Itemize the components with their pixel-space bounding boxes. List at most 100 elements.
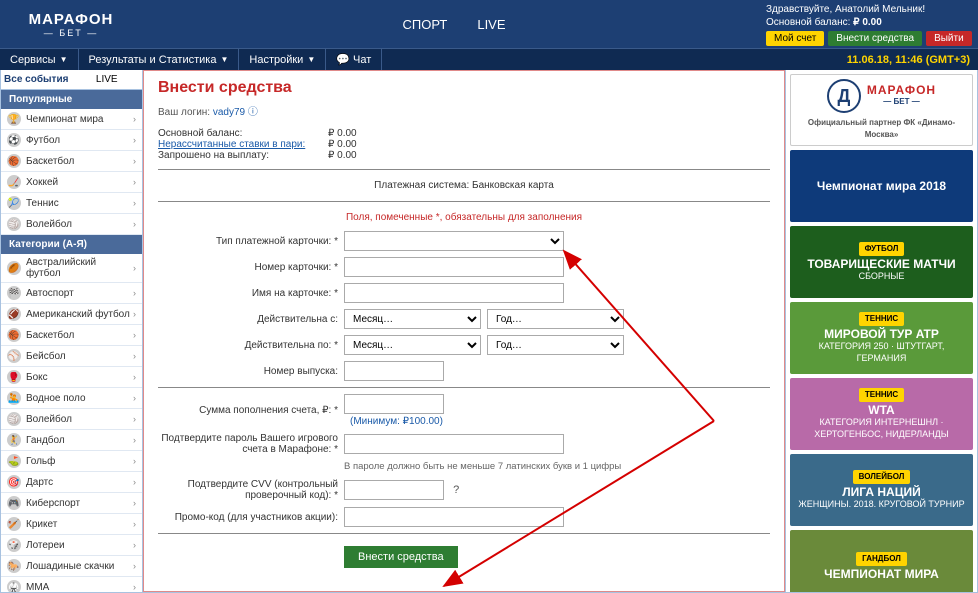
balance-row-label[interactable]: Нерассчитанные ставки в пари: bbox=[158, 139, 328, 150]
submenu-item-3[interactable]: 💬 Чат bbox=[326, 49, 382, 70]
submenu-item-2[interactable]: Настройки▼ bbox=[239, 49, 326, 70]
sport-row[interactable]: 🏏Крикет› bbox=[1, 514, 142, 535]
sport-icon: 🏆 bbox=[7, 112, 21, 126]
logo[interactable]: МАРАФОН — БЕТ — bbox=[0, 0, 142, 48]
chevron-right-icon: › bbox=[133, 519, 136, 529]
sport-row[interactable]: 🤾Гандбол› bbox=[1, 430, 142, 451]
tab-live[interactable]: LIVE bbox=[72, 70, 143, 90]
sport-icon: 🏏 bbox=[7, 517, 21, 531]
sport-row[interactable]: 🏁 Автоспорт › bbox=[1, 283, 142, 304]
chevron-right-icon: › bbox=[133, 498, 136, 508]
chevron-right-icon: › bbox=[133, 393, 136, 403]
promo-banner-6[interactable]: ГАНДБОЛЧЕМПИОНАТ МИРА bbox=[790, 530, 973, 592]
sport-row[interactable]: 🎯Дартс› bbox=[1, 472, 142, 493]
sport-icon: 🏐 bbox=[7, 412, 21, 426]
label-amount: Сумма пополнения счета, ₽: * bbox=[158, 405, 338, 416]
sport-icon: 🏁 bbox=[7, 286, 21, 300]
sport-row[interactable]: 🏐Волейбол› bbox=[1, 214, 142, 235]
info-icon[interactable]: ⓘ bbox=[248, 107, 258, 118]
chevron-right-icon: › bbox=[133, 198, 136, 208]
login-username: vady79 bbox=[213, 107, 245, 118]
sport-row[interactable]: 🥋MMA› bbox=[1, 577, 142, 592]
sport-icon: 🤽 bbox=[7, 391, 21, 405]
logout-button[interactable]: Выйти bbox=[926, 31, 972, 46]
chevron-right-icon: › bbox=[133, 114, 136, 124]
sport-row[interactable]: 🥊Бокс› bbox=[1, 367, 142, 388]
sport-icon: 🥊 bbox=[7, 370, 21, 384]
sport-row[interactable]: 🏀Баскетбол› bbox=[1, 151, 142, 172]
nav-sport[interactable]: СПОРТ bbox=[402, 17, 447, 32]
issue-input[interactable] bbox=[344, 361, 444, 381]
tab-all-events[interactable]: Все события bbox=[1, 70, 72, 90]
valid-to-year[interactable]: Год… bbox=[487, 335, 624, 355]
promo-banner-1[interactable]: Чемпионат мира 2018 bbox=[790, 150, 973, 222]
sport-row[interactable]: 🤽Водное поло› bbox=[1, 388, 142, 409]
sport-label: Футбол bbox=[26, 135, 60, 146]
amount-input[interactable] bbox=[344, 394, 444, 414]
valid-from-month[interactable]: Месяц… bbox=[344, 309, 481, 329]
balance-row-value: ₽ 0.00 bbox=[328, 139, 357, 150]
balance-value: ₽ 0.00 bbox=[853, 17, 882, 28]
my-account-button[interactable]: Мой счет bbox=[766, 31, 824, 46]
sport-row[interactable]: 🎾Теннис› bbox=[1, 193, 142, 214]
submenu-item-1[interactable]: Результаты и Статистика▼ bbox=[79, 49, 240, 70]
password-hint: В пароле должно быть не меньше 7 латинск… bbox=[344, 461, 624, 473]
promo-banner-4[interactable]: ТЕННИСWTAКАТЕГОРИЯ ИНТЕРНЕШНЛ · ХЕРТОГЕН… bbox=[790, 378, 973, 450]
password-input[interactable] bbox=[344, 434, 564, 454]
sport-row[interactable]: 🏀Баскетбол› bbox=[1, 325, 142, 346]
left-sidebar: Все события LIVE Популярные 🏆Чемпионат м… bbox=[1, 70, 143, 592]
chevron-right-icon: › bbox=[133, 263, 136, 273]
label-card-number: Номер карточки: * bbox=[158, 262, 338, 273]
sport-row[interactable]: 🎲Лотереи› bbox=[1, 535, 142, 556]
sport-label: Австралийский футбол bbox=[26, 257, 133, 279]
cvv-help-icon[interactable]: ? bbox=[453, 484, 459, 496]
label-cvv: Подтвердите CVV (контрольный проверочный… bbox=[158, 479, 338, 501]
promo-banner-2[interactable]: ФУТБОЛТОВАРИЩЕСКИЕ МАТЧИСБОРНЫЕ bbox=[790, 226, 973, 298]
clock: 11.06.18, 11:46 (GMT+3) bbox=[839, 54, 978, 66]
sport-label: Волейбол bbox=[26, 414, 72, 425]
sport-label: Баскетбол bbox=[26, 156, 74, 167]
sport-row[interactable]: 🏐Волейбол› bbox=[1, 409, 142, 430]
sport-row[interactable]: ⚽Футбол› bbox=[1, 130, 142, 151]
submenu-item-0[interactable]: Сервисы▼ bbox=[0, 49, 79, 70]
sport-row[interactable]: ⛳Гольф› bbox=[1, 451, 142, 472]
balance-row-label: Запрошено на выплату: bbox=[158, 150, 328, 161]
sport-row[interactable]: ⚾Бейсбол› bbox=[1, 346, 142, 367]
deposit-button[interactable]: Внести средства bbox=[828, 31, 922, 46]
chevron-right-icon: › bbox=[133, 561, 136, 571]
valid-from-year[interactable]: Год… bbox=[487, 309, 624, 329]
sport-row[interactable]: 🏉Австралийский футбол› bbox=[1, 254, 142, 283]
sport-label: Американский футбол bbox=[26, 309, 130, 320]
promo-banner-3[interactable]: ТЕННИСМИРОВОЙ ТУР ATPКАТЕГОРИЯ 250 · ШТУ… bbox=[790, 302, 973, 374]
promo-banner-5[interactable]: ВОЛЕЙБОЛЛИГА НАЦИЙЖЕНЩИНЫ. 2018. КРУГОВО… bbox=[790, 454, 973, 526]
sport-icon: 🐎 bbox=[7, 559, 21, 573]
chevron-right-icon: › bbox=[133, 288, 136, 298]
sport-row[interactable]: 🐎Лошадиные скачки› bbox=[1, 556, 142, 577]
card-type-select[interactable] bbox=[344, 231, 564, 251]
sport-icon: ⚾ bbox=[7, 349, 21, 363]
sport-label: Автоспорт bbox=[26, 288, 74, 299]
cvv-input[interactable] bbox=[344, 480, 444, 500]
chevron-right-icon: › bbox=[133, 135, 136, 145]
logo-subtext: — БЕТ — bbox=[29, 28, 114, 38]
login-prefix: Ваш логин: bbox=[158, 107, 210, 118]
submit-deposit-button[interactable]: Внести средства bbox=[344, 546, 458, 568]
sport-row[interactable]: 🏈Американский футбол› bbox=[1, 304, 142, 325]
label-card-name: Имя на карточке: * bbox=[158, 288, 338, 299]
card-name-input[interactable] bbox=[344, 283, 564, 303]
nav-live[interactable]: LIVE bbox=[477, 17, 505, 32]
sport-label: Баскетбол bbox=[26, 330, 74, 341]
label-password: Подтвердите пароль Вашего игрового счета… bbox=[158, 433, 338, 455]
sport-row[interactable]: 🎮Киберспорт› bbox=[1, 493, 142, 514]
card-number-input[interactable] bbox=[344, 257, 564, 277]
promo-banner-0[interactable]: ДМАРАФОН— БЕТ —Официальный партнер ФК «Д… bbox=[790, 74, 973, 146]
payment-system: Платежная система: Банковская карта bbox=[158, 176, 770, 195]
sport-row[interactable]: 🏆Чемпионат мира› bbox=[1, 109, 142, 130]
sport-row[interactable]: 🏒Хоккей› bbox=[1, 172, 142, 193]
chevron-right-icon: › bbox=[133, 309, 136, 319]
top-header: МАРАФОН — БЕТ — СПОРТ LIVE Здравствуйте,… bbox=[0, 0, 978, 48]
valid-to-month[interactable]: Месяц… bbox=[344, 335, 481, 355]
promo-input[interactable] bbox=[344, 507, 564, 527]
sub-menu-bar: Сервисы▼Результаты и Статистика▼Настройк… bbox=[0, 48, 978, 70]
greeting: Здравствуйте, Анатолий Мельник! bbox=[766, 3, 972, 16]
